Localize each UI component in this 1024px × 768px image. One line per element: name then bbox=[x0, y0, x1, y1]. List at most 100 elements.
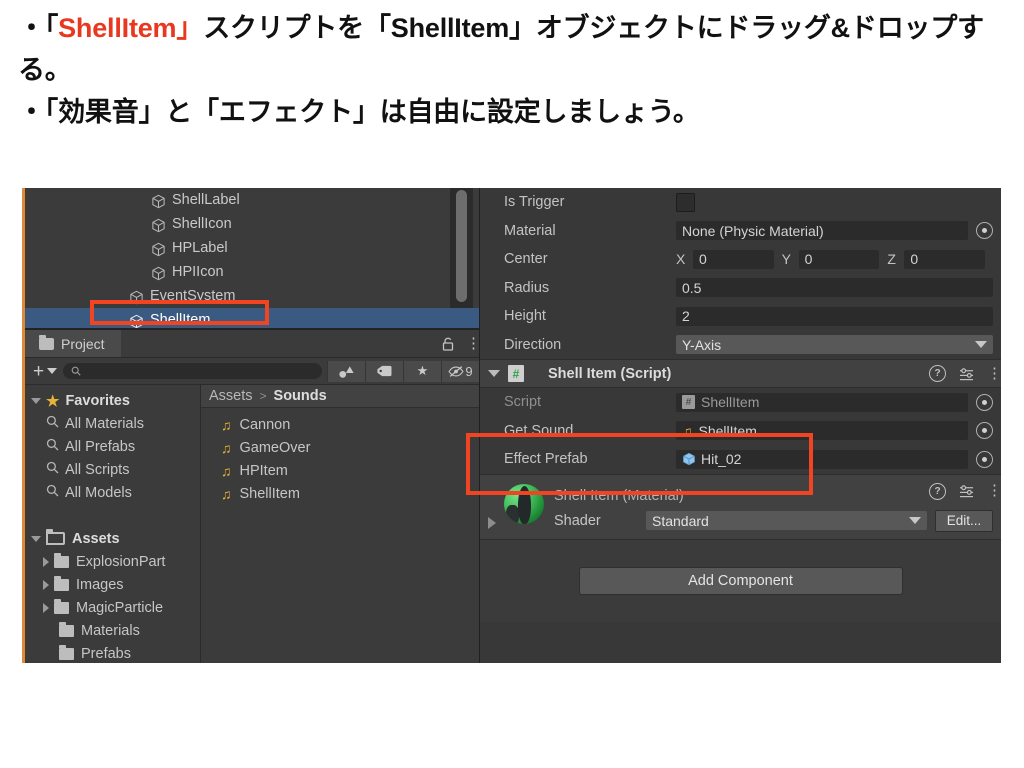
add-component-button[interactable]: Add Component bbox=[578, 566, 903, 595]
tree-item-all-models[interactable]: All Models bbox=[25, 481, 200, 504]
hierarchy-item-label: ShellItem bbox=[150, 312, 211, 328]
center-x-input[interactable]: 0 bbox=[693, 249, 774, 269]
hidden-packages-button[interactable]: 9 bbox=[441, 360, 479, 382]
axis-x-label: X bbox=[676, 251, 686, 268]
search-icon bbox=[46, 415, 59, 432]
hierarchy-item-shelllabel[interactable]: ShellLabel bbox=[25, 188, 479, 212]
inspector-scroll-area: Is Trigger Material None (Physic Materia… bbox=[480, 188, 1001, 663]
folder-icon bbox=[39, 334, 54, 350]
breadcrumb-root[interactable]: Assets bbox=[209, 388, 253, 404]
tree-item-images[interactable]: Images bbox=[25, 573, 200, 596]
prefab-icon bbox=[682, 452, 696, 466]
field-label: Is Trigger bbox=[504, 194, 565, 211]
preset-icon[interactable] bbox=[959, 484, 974, 498]
component-header-shell-item-script[interactable]: # Shell Item (Script) ? ⋮ bbox=[480, 359, 1001, 388]
filter-by-label-button[interactable] bbox=[365, 360, 403, 382]
field-radius: Radius 0.5 bbox=[480, 274, 1001, 303]
field-height: Height 2 bbox=[480, 302, 1001, 331]
plus-icon: + bbox=[33, 360, 45, 382]
help-icon[interactable]: ? bbox=[929, 482, 946, 500]
star-icon: ★ bbox=[46, 392, 60, 410]
search-icon bbox=[46, 438, 59, 455]
instruction-bullet-2: ・「効果音」と「エフェクト」は自由に設定しましょう。 bbox=[18, 96, 700, 127]
hierarchy-item-shellitem[interactable]: ShellItem bbox=[25, 308, 479, 328]
shader-value: Standard bbox=[652, 512, 709, 529]
kebab-menu-icon[interactable]: ⋮ bbox=[466, 336, 479, 351]
asset-label: HPItem bbox=[239, 462, 288, 479]
get-sound-object-field[interactable]: ♫ ShellItem bbox=[676, 421, 968, 441]
hierarchy-panel[interactable]: ShellLabel ShellIcon HPLabel HPIIcon Eve… bbox=[25, 188, 479, 330]
asset-row-gameover[interactable]: ♫ GameOver bbox=[201, 436, 479, 459]
lock-icon[interactable] bbox=[442, 337, 454, 351]
tree-item-assets[interactable]: Assets bbox=[25, 527, 200, 550]
is-trigger-checkbox[interactable] bbox=[676, 192, 695, 212]
tab-project[interactable]: Project bbox=[25, 330, 121, 357]
hierarchy-item-hpiicon[interactable]: HPIIcon bbox=[25, 260, 479, 284]
direction-dropdown[interactable]: Y-Axis bbox=[676, 335, 993, 355]
instruction-bullet-1: ・「ShellItem」スクリプトを「ShellItem」オブジェクトにドラッグ… bbox=[18, 8, 1018, 92]
object-picker-icon[interactable] bbox=[976, 422, 993, 440]
chevron-right-icon[interactable] bbox=[488, 516, 496, 529]
hierarchy-item-shellicon[interactable]: ShellIcon bbox=[25, 212, 479, 236]
tree-item-explosionpart[interactable]: ExplosionPart bbox=[25, 550, 200, 573]
tree-item-label: All Scripts bbox=[65, 461, 130, 478]
tree-item-all-scripts[interactable]: All Scripts bbox=[25, 458, 200, 481]
tree-item-all-materials[interactable]: All Materials bbox=[25, 412, 200, 435]
radius-input[interactable]: 0.5 bbox=[676, 278, 993, 298]
object-picker-icon[interactable] bbox=[976, 222, 993, 240]
hierarchy-item-hplabel[interactable]: HPLabel bbox=[25, 236, 479, 260]
star-icon: ★ bbox=[416, 363, 429, 378]
edit-shader-button[interactable]: Edit... bbox=[935, 509, 993, 532]
shader-dropdown[interactable]: Standard bbox=[646, 511, 927, 530]
tree-item-materials[interactable]: Materials bbox=[25, 619, 200, 642]
chevron-right-icon[interactable] bbox=[43, 556, 49, 567]
project-tabbar-actions: ⋮ bbox=[442, 336, 479, 351]
filter-favorite-button[interactable]: ★ bbox=[403, 360, 441, 382]
tree-item-all-prefabs[interactable]: All Prefabs bbox=[25, 435, 200, 458]
height-input[interactable]: 2 bbox=[676, 306, 993, 326]
kebab-menu-icon[interactable]: ⋮ bbox=[987, 483, 1001, 498]
asset-label: Cannon bbox=[239, 416, 291, 433]
chevron-right-icon[interactable] bbox=[43, 602, 49, 613]
asset-row-cannon[interactable]: ♫ Cannon bbox=[201, 413, 479, 436]
hierarchy-item-label: HPLabel bbox=[172, 240, 228, 256]
tree-item-label: Images bbox=[76, 576, 124, 593]
component-shell-item-material: Shell Item (Material) Shader Standard Ed… bbox=[480, 473, 1001, 539]
effect-prefab-object-field[interactable]: Hit_02 bbox=[676, 449, 968, 469]
tree-item-magicparticle[interactable]: MagicParticle bbox=[25, 596, 200, 619]
tree-item-label: All Models bbox=[65, 484, 132, 501]
chevron-down-icon[interactable] bbox=[31, 535, 41, 542]
object-picker-icon[interactable] bbox=[976, 393, 993, 411]
chevron-down-icon[interactable] bbox=[31, 397, 41, 404]
hierarchy-item-label: ShellIcon bbox=[172, 216, 232, 232]
center-vector3: X 0 Y 0 Z 0 bbox=[676, 249, 993, 269]
help-icon[interactable]: ? bbox=[929, 365, 946, 382]
filter-by-type-button[interactable] bbox=[327, 360, 365, 382]
asset-row-shellitem[interactable]: ♫ ShellItem bbox=[201, 482, 479, 505]
cube-icon bbox=[129, 289, 144, 304]
create-asset-button[interactable]: + bbox=[31, 362, 63, 381]
asset-row-hpitem[interactable]: ♫ HPItem bbox=[201, 459, 479, 482]
chevron-down-icon[interactable] bbox=[488, 370, 500, 377]
unity-editor-screenshot: ShellLabel ShellIcon HPLabel HPIIcon Eve… bbox=[22, 188, 1001, 663]
component-title: Shell Item (Script) bbox=[548, 365, 672, 382]
center-y-input[interactable]: 0 bbox=[798, 249, 880, 269]
chevron-right-icon[interactable] bbox=[43, 579, 49, 590]
hierarchy-item-label: HPIIcon bbox=[172, 264, 224, 280]
project-toolbar: + ★ 9 bbox=[25, 358, 479, 385]
tree-item-prefabs[interactable]: Prefabs bbox=[25, 642, 200, 663]
object-picker-icon[interactable] bbox=[976, 450, 993, 468]
material-value: None (Physic Material) bbox=[682, 222, 824, 239]
kebab-menu-icon[interactable]: ⋮ bbox=[987, 366, 1001, 381]
preset-icon[interactable] bbox=[959, 367, 974, 381]
project-asset-browser: Assets > Sounds ♫ Cannon ♫ GameOver ♫ HP… bbox=[201, 385, 479, 663]
center-z-input[interactable]: 0 bbox=[904, 249, 986, 269]
tree-item-label: Materials bbox=[81, 622, 140, 639]
tree-item-favorites[interactable]: ★ Favorites bbox=[25, 389, 200, 412]
field-label: Material bbox=[504, 222, 556, 239]
hierarchy-item-eventsystem[interactable]: EventSystem bbox=[25, 284, 479, 308]
material-object-field[interactable]: None (Physic Material) bbox=[676, 221, 968, 241]
material-actions: ? ⋮ bbox=[929, 482, 1001, 500]
script-icon: # bbox=[682, 395, 695, 410]
search-input[interactable] bbox=[63, 363, 322, 379]
